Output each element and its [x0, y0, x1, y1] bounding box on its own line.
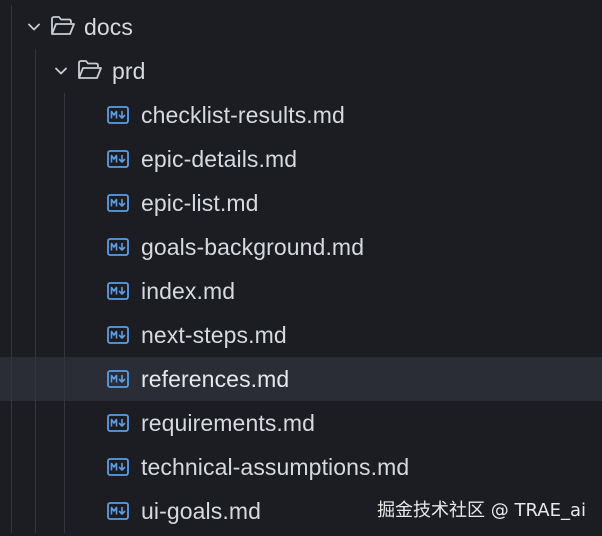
- markdown-icon: [107, 414, 129, 432]
- indent-guide: [64, 401, 65, 445]
- markdown-icon: [107, 370, 129, 388]
- indent-guide: [35, 489, 36, 533]
- indent-guide: [35, 269, 36, 313]
- file-label: goals-background.md: [141, 234, 365, 260]
- indent-guide: [35, 181, 36, 225]
- chevron-down-icon[interactable]: [27, 20, 41, 34]
- indent-guide: [11, 225, 12, 269]
- indent-guide: [35, 357, 36, 401]
- folder-row-docs[interactable]: docs: [0, 5, 602, 49]
- markdown-icon: [107, 150, 129, 168]
- folder-label: prd: [112, 58, 146, 84]
- markdown-icon: [107, 326, 129, 344]
- markdown-icon: [107, 458, 129, 476]
- watermark-text: 掘金技术社区 @ TRAE_ai: [377, 500, 586, 521]
- indent-guide: [64, 269, 65, 313]
- indent-guide: [64, 93, 65, 137]
- file-label: technical-assumptions.md: [141, 454, 410, 480]
- file-label: checklist-results.md: [141, 102, 345, 128]
- file-row-selected[interactable]: references.md: [0, 357, 602, 401]
- indent-guide: [35, 313, 36, 357]
- indent-guide: [11, 137, 12, 181]
- indent-guide: [11, 5, 12, 49]
- indent-guide: [35, 49, 36, 93]
- file-row[interactable]: next-steps.md: [0, 313, 602, 357]
- markdown-icon: [107, 238, 129, 256]
- indent-guide: [11, 313, 12, 357]
- indent-guide: [11, 269, 12, 313]
- indent-guide: [11, 357, 12, 401]
- indent-guide: [11, 49, 12, 93]
- file-label: requirements.md: [141, 410, 316, 436]
- file-label: index.md: [141, 278, 236, 304]
- markdown-icon: [107, 502, 129, 520]
- file-label: epic-details.md: [141, 146, 298, 172]
- indent-guide: [11, 489, 12, 533]
- indent-guide: [64, 137, 65, 181]
- indent-guide: [11, 93, 12, 137]
- markdown-icon: [107, 106, 129, 124]
- folder-open-icon: [77, 59, 103, 81]
- indent-guide: [64, 357, 65, 401]
- indent-guide: [11, 181, 12, 225]
- indent-guide: [11, 445, 12, 489]
- markdown-icon: [107, 194, 129, 212]
- file-row[interactable]: checklist-results.md: [0, 93, 602, 137]
- folder-label: docs: [84, 14, 133, 40]
- folder-row-prd[interactable]: prd: [0, 49, 602, 93]
- indent-guide: [35, 225, 36, 269]
- file-explorer-tree: docs prd checklist-results.md epic-detai…: [0, 0, 602, 536]
- indent-guide: [64, 489, 65, 533]
- file-row[interactable]: requirements.md: [0, 401, 602, 445]
- indent-guide: [11, 401, 12, 445]
- file-row[interactable]: epic-details.md: [0, 137, 602, 181]
- indent-guide: [35, 401, 36, 445]
- indent-guide: [64, 181, 65, 225]
- indent-guide: [35, 137, 36, 181]
- file-label: next-steps.md: [141, 322, 287, 348]
- markdown-icon: [107, 282, 129, 300]
- indent-guide: [64, 313, 65, 357]
- file-label: epic-list.md: [141, 190, 259, 216]
- indent-guide: [64, 445, 65, 489]
- file-label: references.md: [141, 366, 290, 392]
- indent-guide: [35, 93, 36, 137]
- indent-guide: [35, 445, 36, 489]
- file-row[interactable]: epic-list.md: [0, 181, 602, 225]
- file-label: ui-goals.md: [141, 498, 261, 524]
- file-row[interactable]: index.md: [0, 269, 602, 313]
- file-row[interactable]: technical-assumptions.md: [0, 445, 602, 489]
- indent-guide: [64, 225, 65, 269]
- file-row[interactable]: goals-background.md: [0, 225, 602, 269]
- chevron-down-icon[interactable]: [54, 64, 68, 78]
- folder-open-icon: [50, 15, 76, 37]
